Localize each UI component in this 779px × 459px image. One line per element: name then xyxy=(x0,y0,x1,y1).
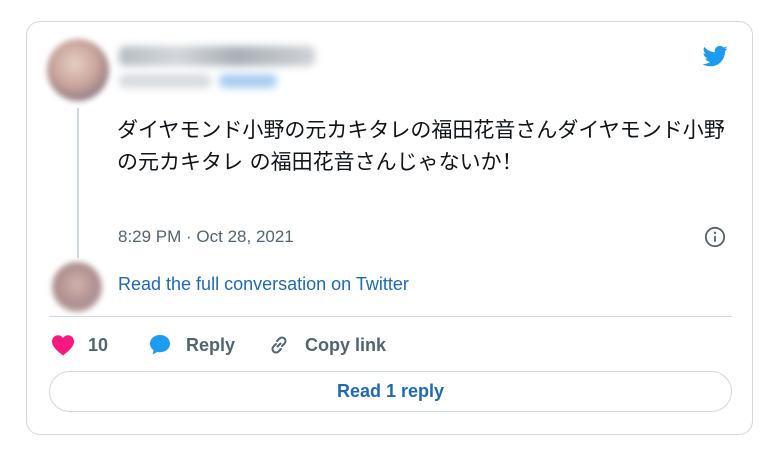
read-replies-label: Read 1 reply xyxy=(336,381,445,401)
embedded-tweet-card: ダイヤモンド小野の元カキタレの福田花音さんダイヤモンド小野の元カキタレ の福田花… xyxy=(26,21,753,435)
tweet-timestamp[interactable]: 8:29 PM · Oct 28, 2021 xyxy=(118,226,294,248)
tweet-time: 8:29 PM xyxy=(118,227,182,246)
author-name-blurred[interactable] xyxy=(119,46,315,66)
read-full-conversation-link[interactable]: Read the full conversation on Twitter xyxy=(118,274,409,295)
like-count: 10 xyxy=(88,334,109,355)
read-replies-button[interactable]: Read 1 reply xyxy=(49,371,732,412)
tweet-actions-bar: 10 Reply Copy link xyxy=(27,330,752,360)
twitter-bird-icon[interactable] xyxy=(700,43,730,69)
info-icon[interactable] xyxy=(704,226,726,248)
link-icon xyxy=(271,336,287,354)
reply-button[interactable]: Reply xyxy=(148,330,235,360)
tweet-text: ダイヤモンド小野の元カキタレの福田花音さんダイヤモンド小野の元カキタレ の福田花… xyxy=(117,118,725,174)
thread-connector-line xyxy=(77,108,79,258)
reply-label: Reply xyxy=(186,334,236,355)
copy-link-button[interactable]: Copy link xyxy=(267,330,386,360)
actions-divider xyxy=(49,316,732,317)
replier-avatar[interactable] xyxy=(52,262,102,312)
timestamp-separator: · xyxy=(181,227,197,246)
like-button[interactable]: 10 xyxy=(51,330,108,360)
follow-link-blurred[interactable] xyxy=(219,74,277,88)
author-handle-blurred[interactable] xyxy=(119,74,211,88)
speech-bubble-icon xyxy=(150,335,170,355)
copy-link-label: Copy link xyxy=(305,334,387,355)
tweet-date: Oct 28, 2021 xyxy=(196,227,294,246)
author-avatar[interactable] xyxy=(47,39,109,101)
heart-icon xyxy=(52,335,74,356)
